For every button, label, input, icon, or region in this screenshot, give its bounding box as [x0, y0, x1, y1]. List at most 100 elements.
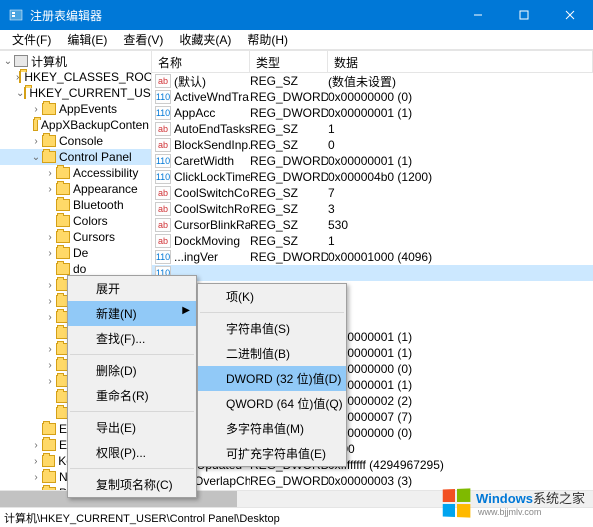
collapse-icon[interactable]: ⌄: [16, 88, 24, 99]
tree-row[interactable]: AppXBackupConten: [0, 117, 151, 133]
tree-row[interactable]: ›Console: [0, 133, 151, 149]
expand-icon[interactable]: ›: [30, 472, 42, 483]
tree-label: AppXBackupConten: [41, 118, 149, 132]
value-data: 0x00000001 (1): [328, 106, 593, 120]
value-data: (数值未设置): [328, 73, 593, 90]
list-row[interactable]: abCursorBlinkRateREG_SZ530: [152, 217, 593, 233]
ctx-copyname[interactable]: 复制项名称(C): [68, 472, 196, 497]
tree-row[interactable]: Colors: [0, 213, 151, 229]
value-name: CaretWidth: [174, 154, 250, 168]
ctx-new[interactable]: 新建(N)▶: [68, 301, 196, 326]
list-row[interactable]: abDockMovingREG_SZ1: [152, 233, 593, 249]
expand-icon[interactable]: ›: [44, 280, 56, 291]
expand-icon[interactable]: ›: [44, 184, 56, 195]
value-name: AutoEndTasks: [174, 122, 250, 136]
expand-icon[interactable]: ›: [44, 312, 56, 323]
ctx-rename[interactable]: 重命名(R): [68, 383, 196, 408]
new-key[interactable]: 项(K): [198, 284, 346, 309]
expand-icon[interactable]: ›: [30, 456, 42, 467]
new-multistring[interactable]: 多字符串值(M): [198, 416, 346, 441]
tree-row[interactable]: › Appearance: [0, 181, 151, 197]
new-dword[interactable]: DWORD (32 位)值(D): [198, 366, 346, 391]
value-data: 0: [328, 138, 593, 152]
folder-icon: [42, 471, 56, 483]
list-row[interactable]: 110CaretWidthREG_DWORD0x00000001 (1): [152, 153, 593, 169]
ctx-export[interactable]: 导出(E): [68, 415, 196, 440]
value-name: BlockSendInp...: [174, 138, 250, 152]
value-data: 0x00000001 (1): [328, 154, 593, 168]
ctx-delete[interactable]: 删除(D): [68, 358, 196, 383]
value-name: CoolSwitchRows: [174, 202, 250, 216]
expand-icon[interactable]: ›: [30, 136, 42, 147]
tree-row[interactable]: ›Cursors: [0, 229, 151, 245]
tree-label: Appearance: [73, 182, 138, 196]
list-row[interactable]: abAutoEndTasksREG_SZ1: [152, 121, 593, 137]
col-data[interactable]: 数据: [328, 51, 593, 72]
collapse-icon[interactable]: ⌄: [2, 56, 14, 67]
string-value-icon: ab: [155, 234, 171, 248]
expand-icon[interactable]: ›: [44, 344, 56, 355]
expand-icon[interactable]: ›: [44, 248, 56, 259]
tree-row[interactable]: ›Accessibility: [0, 165, 151, 181]
expand-icon[interactable]: ›: [44, 376, 56, 387]
folder-icon: [56, 263, 70, 275]
ctx-find[interactable]: 查找(F)...: [68, 326, 196, 351]
context-menu-primary: 展开 新建(N)▶ 查找(F)... 删除(D) 重命名(R) 导出(E) 权限…: [67, 275, 197, 498]
list-row[interactable]: 110AppAccREG_DWORD0x00000001 (1): [152, 105, 593, 121]
menu-edit[interactable]: 编辑(E): [59, 29, 115, 50]
tree-row[interactable]: ⌄计算机: [0, 53, 151, 69]
list-row[interactable]: 110ActiveWndTra...REG_DWORD0x00000000 (0…: [152, 89, 593, 105]
ctx-expand[interactable]: 展开: [68, 276, 196, 301]
tree-row[interactable]: ›De: [0, 245, 151, 261]
statusbar-path: 计算机\HKEY_CURRENT_USER\Control Panel\Desk…: [4, 510, 280, 526]
tree-row[interactable]: ⌄HKEY_CURRENT_USER: [0, 85, 151, 101]
tree-label: HKEY_CLASSES_ROOT: [24, 70, 152, 84]
list-row[interactable]: 110ClickLockTimeREG_DWORD0x000004b0 (120…: [152, 169, 593, 185]
menu-help[interactable]: 帮助(H): [239, 29, 296, 50]
expand-icon[interactable]: ›: [30, 488, 42, 491]
menu-view[interactable]: 查看(V): [115, 29, 171, 50]
minimize-button[interactable]: [455, 0, 501, 30]
dword-value-icon: 110: [155, 106, 171, 120]
new-expandstring[interactable]: 可扩充字符串值(E): [198, 441, 346, 466]
string-value-icon: ab: [155, 186, 171, 200]
new-qword[interactable]: QWORD (64 位)值(Q): [198, 391, 346, 416]
menu-file[interactable]: 文件(F): [4, 29, 59, 50]
new-binary[interactable]: 二进制值(B): [198, 341, 346, 366]
list-row[interactable]: 110: [152, 265, 593, 281]
folder-icon: [42, 487, 56, 490]
value-data: 0x00000007 (7): [328, 410, 593, 424]
value-data: 530: [328, 218, 593, 232]
value-data: 0x00000001 (1): [328, 378, 593, 392]
list-row[interactable]: 110...ingVerREG_DWORD0x00001000 (4096): [152, 249, 593, 265]
ctx-permissions[interactable]: 权限(P)...: [68, 440, 196, 465]
close-button[interactable]: [547, 0, 593, 30]
list-row[interactable]: 110LeftOverlapCh...REG_DWORD0x00000003 (…: [152, 473, 593, 489]
expand-icon[interactable]: ›: [44, 168, 56, 179]
expand-icon[interactable]: ›: [44, 232, 56, 243]
collapse-icon[interactable]: ⌄: [30, 152, 42, 163]
tree-row[interactable]: ›HKEY_CLASSES_ROOT: [0, 69, 151, 85]
expand-icon[interactable]: ›: [30, 440, 42, 451]
watermark: Windows系统之家 www.bjjmlv.com: [442, 488, 585, 517]
new-string[interactable]: 字符串值(S): [198, 316, 346, 341]
tree-row[interactable]: Bluetooth: [0, 197, 151, 213]
folder-icon: [42, 103, 56, 115]
menu-favorites[interactable]: 收藏夹(A): [171, 29, 239, 50]
expand-icon[interactable]: ›: [44, 296, 56, 307]
value-data: 0x000004b0 (1200): [328, 170, 593, 184]
dword-value-icon: 110: [155, 250, 171, 264]
list-row[interactable]: abCoolSwitchCol...REG_SZ7: [152, 185, 593, 201]
list-row[interactable]: ab(默认)REG_SZ(数值未设置): [152, 73, 593, 89]
expand-icon[interactable]: ›: [30, 104, 42, 115]
list-row[interactable]: abBlockSendInp...REG_SZ0: [152, 137, 593, 153]
tree-row[interactable]: ⌄Control Panel: [0, 149, 151, 165]
col-type[interactable]: 类型: [250, 51, 328, 72]
value-type: REG_SZ: [250, 218, 328, 232]
tree-row[interactable]: ›AppEvents: [0, 101, 151, 117]
maximize-button[interactable]: [501, 0, 547, 30]
list-row[interactable]: abCoolSwitchRowsREG_SZ3: [152, 201, 593, 217]
expand-icon[interactable]: ›: [44, 360, 56, 371]
col-name[interactable]: 名称: [152, 51, 250, 72]
folder-icon: [42, 455, 56, 467]
